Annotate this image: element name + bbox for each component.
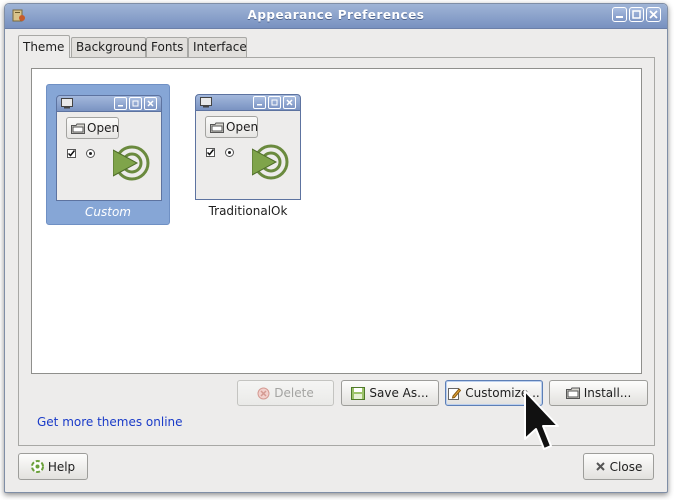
window-title: Appearance Preferences bbox=[247, 8, 425, 22]
close-button[interactable]: Close bbox=[583, 453, 654, 480]
folder-icon bbox=[210, 122, 224, 133]
theme-list[interactable]: Open Custom Open TraditionalOk bbox=[31, 68, 642, 374]
close-icon bbox=[144, 97, 157, 110]
play-logo-icon bbox=[252, 144, 289, 180]
close-window-button[interactable] bbox=[646, 7, 661, 22]
maximize-button[interactable] bbox=[629, 7, 644, 22]
edit-icon bbox=[448, 387, 462, 400]
checkbox-icon bbox=[67, 149, 76, 158]
title-bar[interactable]: Appearance Preferences bbox=[5, 4, 667, 29]
tab-background[interactable]: Background bbox=[71, 37, 148, 57]
checkbox-icon bbox=[206, 148, 215, 157]
more-themes-link[interactable]: Get more themes online bbox=[37, 415, 183, 429]
minimize-icon bbox=[253, 96, 266, 109]
save-icon bbox=[351, 386, 366, 400]
delete-icon bbox=[257, 387, 270, 399]
maximize-icon bbox=[129, 97, 142, 110]
folder-icon bbox=[71, 123, 85, 134]
install-button[interactable]: Install... bbox=[549, 380, 648, 406]
theme-panel: Open Custom Open TraditionalOk Delete Sa… bbox=[18, 57, 655, 446]
tab-interface[interactable]: Interface bbox=[188, 37, 247, 57]
close-icon bbox=[595, 462, 605, 471]
folder-icon bbox=[565, 387, 580, 399]
tab-theme[interactable]: Theme bbox=[18, 35, 70, 58]
theme-preview: Open bbox=[195, 94, 301, 200]
theme-name-traditionalok: TraditionalOk bbox=[208, 204, 288, 218]
appearance-preferences-window: Appearance Preferences Theme Background … bbox=[4, 3, 668, 493]
window-icon bbox=[61, 98, 73, 109]
save-as-button[interactable]: Save As... bbox=[341, 380, 439, 406]
maximize-icon bbox=[268, 96, 281, 109]
window-icon bbox=[200, 97, 212, 108]
close-icon bbox=[283, 96, 296, 109]
theme-preview: Open bbox=[56, 95, 162, 201]
play-logo-icon bbox=[113, 145, 150, 181]
theme-name-custom: Custom bbox=[85, 205, 131, 219]
radio-icon bbox=[86, 149, 95, 158]
minimize-button[interactable] bbox=[612, 7, 627, 22]
preview-open-button: Open bbox=[205, 116, 258, 138]
minimize-icon bbox=[114, 97, 127, 110]
help-icon bbox=[30, 460, 44, 473]
mouse-pointer-icon bbox=[524, 390, 559, 450]
preview-open-button: Open bbox=[66, 117, 119, 139]
theme-item-custom[interactable]: Open Custom bbox=[46, 84, 170, 225]
radio-icon bbox=[225, 148, 234, 157]
delete-button[interactable]: Delete bbox=[237, 380, 334, 406]
theme-item-traditionalok[interactable]: Open TraditionalOk bbox=[186, 84, 310, 225]
help-button[interactable]: Help bbox=[18, 453, 88, 480]
tab-fonts[interactable]: Fonts bbox=[146, 37, 188, 57]
